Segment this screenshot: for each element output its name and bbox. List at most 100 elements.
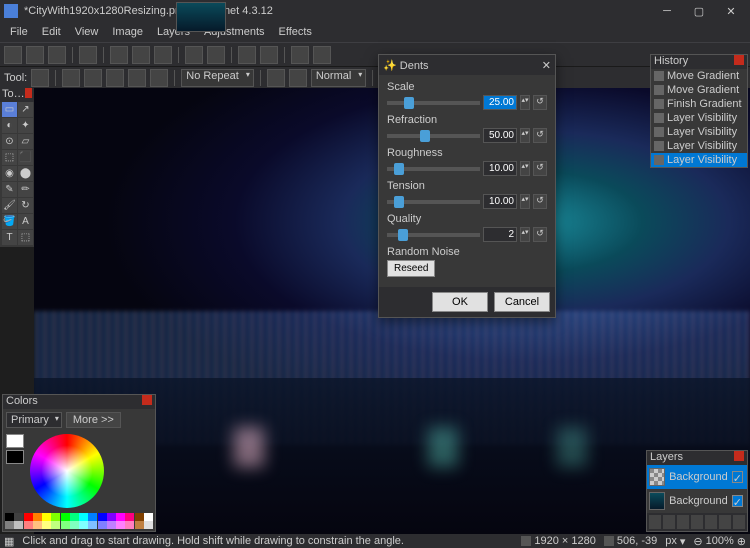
layer-item[interactable]: Background✓ — [647, 465, 747, 489]
gradient-opt-2[interactable] — [128, 69, 146, 87]
shape-opt[interactable] — [62, 69, 80, 87]
tool-11[interactable]: ✏ — [18, 182, 33, 197]
menu-view[interactable]: View — [69, 24, 105, 40]
color-wheel[interactable] — [30, 434, 104, 508]
crop-button[interactable] — [185, 46, 203, 64]
history-item[interactable]: Layer Visibility — [651, 125, 747, 139]
save-button[interactable] — [48, 46, 66, 64]
layer-merge[interactable] — [691, 515, 703, 529]
tool-3[interactable]: ✦ — [18, 118, 33, 133]
palette-swatch[interactable] — [61, 521, 70, 529]
history-item[interactable]: Move Gradient — [651, 69, 747, 83]
history-close[interactable] — [734, 55, 744, 65]
print-button[interactable] — [79, 46, 97, 64]
palette-swatch[interactable] — [5, 521, 14, 529]
background-swatch[interactable] — [6, 450, 24, 464]
tension-input[interactable] — [483, 194, 517, 209]
tool-5[interactable]: ▱ — [18, 134, 33, 149]
menu-edit[interactable]: Edit — [36, 24, 67, 40]
deselect-button[interactable] — [207, 46, 225, 64]
palette-swatch[interactable] — [51, 513, 60, 521]
palette-swatch[interactable] — [88, 521, 97, 529]
tool-14[interactable]: 🪣 — [2, 214, 17, 229]
refraction-slider[interactable] — [387, 134, 480, 138]
tool-picker[interactable] — [31, 69, 49, 87]
repeat-dropdown[interactable]: No Repeat — [181, 69, 254, 87]
palette-swatch[interactable] — [135, 521, 144, 529]
more-button[interactable]: More >> — [66, 412, 121, 428]
reset[interactable]: ↺ — [533, 128, 547, 143]
palette-swatch[interactable] — [42, 521, 51, 529]
scale-slider[interactable] — [387, 101, 480, 105]
palette-swatch[interactable] — [144, 521, 153, 529]
gradient-opt[interactable] — [106, 69, 124, 87]
tool-15[interactable]: A — [18, 214, 33, 229]
foreground-swatch[interactable] — [6, 434, 24, 448]
spin[interactable]: ▴▾ — [520, 95, 530, 110]
layer-down[interactable] — [719, 515, 731, 529]
aa-toggle[interactable] — [267, 69, 285, 87]
menu-file[interactable]: File — [4, 24, 34, 40]
gradient-opt-3[interactable] — [150, 69, 168, 87]
grid-button[interactable] — [291, 46, 309, 64]
palette-swatch[interactable] — [116, 513, 125, 521]
unit-dropdown[interactable]: px — [665, 535, 677, 547]
palette-swatch[interactable] — [14, 513, 23, 521]
reset[interactable]: ↺ — [533, 161, 547, 176]
paste-button[interactable] — [154, 46, 172, 64]
history-item[interactable]: Layer Visibility — [651, 111, 747, 125]
tool-9[interactable]: ⬤ — [18, 166, 33, 181]
palette-swatch[interactable] — [144, 513, 153, 521]
tool-16[interactable]: T — [2, 230, 17, 245]
palette-swatch[interactable] — [51, 521, 60, 529]
undo-button[interactable] — [238, 46, 256, 64]
menu-effects[interactable]: Effects — [273, 24, 318, 40]
palette-swatch[interactable] — [125, 521, 134, 529]
tool-4[interactable]: ⊙ — [2, 134, 17, 149]
close-button[interactable]: ✕ — [716, 1, 746, 21]
layer-add[interactable] — [649, 515, 661, 529]
tool-0[interactable]: ▭ — [2, 102, 17, 117]
minimize-button[interactable]: ─ — [652, 1, 682, 21]
tool-6[interactable]: ⬚ — [2, 150, 17, 165]
tool-10[interactable]: ✎ — [2, 182, 17, 197]
zoom-out[interactable]: ⊖ — [693, 535, 702, 548]
roughness-input[interactable] — [483, 161, 517, 176]
open-button[interactable] — [26, 46, 44, 64]
reset[interactable]: ↺ — [533, 194, 547, 209]
tool-13[interactable]: ↻ — [18, 198, 33, 213]
dialog-close[interactable]: ✕ — [542, 59, 551, 72]
menu-image[interactable]: Image — [106, 24, 149, 40]
reset[interactable]: ↺ — [533, 95, 547, 110]
quality-slider[interactable] — [387, 233, 480, 237]
cut-button[interactable] — [110, 46, 128, 64]
tool-1[interactable]: ↗ — [18, 102, 33, 117]
palette-swatch[interactable] — [98, 521, 107, 529]
redo-button[interactable] — [260, 46, 278, 64]
layer-props[interactable] — [733, 515, 745, 529]
layer-item[interactable]: Background✓ — [647, 489, 747, 513]
layer-up[interactable] — [705, 515, 717, 529]
tool-17[interactable]: ⬚ — [18, 230, 33, 245]
tool-7[interactable]: ⬛ — [18, 150, 33, 165]
palette-swatch[interactable] — [116, 521, 125, 529]
zoom-level[interactable]: 100% — [706, 535, 734, 547]
primary-dropdown[interactable]: Primary — [6, 412, 62, 428]
spin[interactable]: ▴▾ — [520, 194, 530, 209]
cancel-button[interactable]: Cancel — [494, 292, 550, 312]
palette-swatch[interactable] — [33, 521, 42, 529]
history-item[interactable]: Finish Gradient — [651, 97, 747, 111]
history-item[interactable]: Layer Visibility — [651, 153, 747, 167]
tension-slider[interactable] — [387, 200, 480, 204]
palette-swatch[interactable] — [107, 521, 116, 529]
palette-swatch[interactable] — [135, 513, 144, 521]
palette-swatch[interactable] — [42, 513, 51, 521]
roughness-slider[interactable] — [387, 167, 480, 171]
zoom-in[interactable]: ⊕ — [737, 535, 746, 548]
quality-input[interactable] — [483, 227, 517, 242]
history-item[interactable]: Move Gradient — [651, 83, 747, 97]
layers-close[interactable] — [734, 451, 744, 461]
palette-swatch[interactable] — [125, 513, 134, 521]
layer-visibility[interactable]: ✓ — [732, 471, 743, 483]
toolbox-close[interactable] — [25, 88, 32, 98]
